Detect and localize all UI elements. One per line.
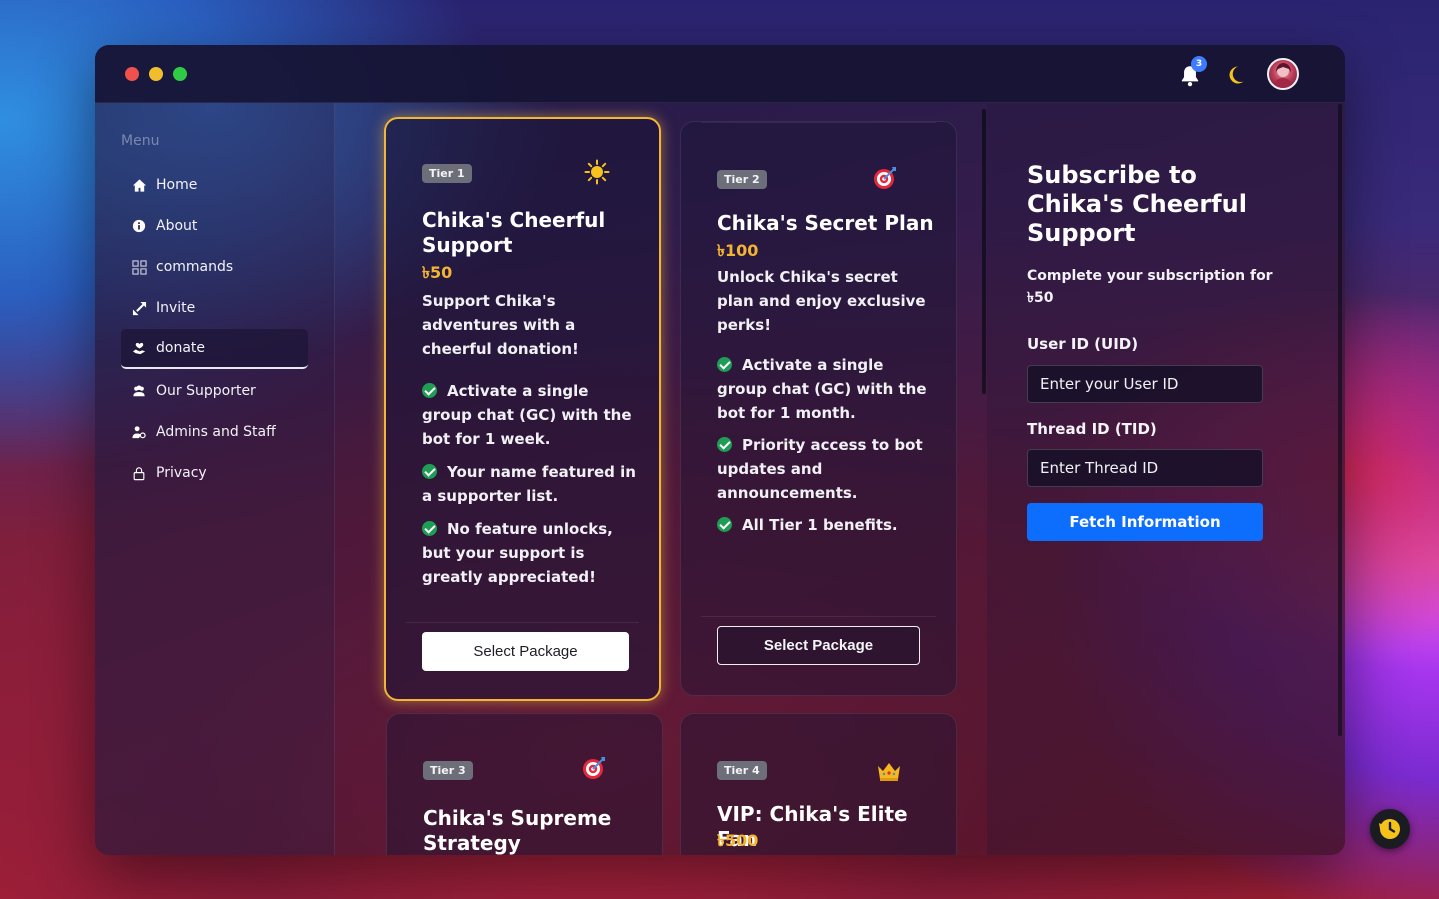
sidebar-item-label: Privacy: [156, 465, 207, 481]
tier-title: Chika's Cheerful Support: [422, 208, 606, 257]
check-icon: [717, 517, 732, 532]
info-icon: [131, 218, 147, 234]
uid-label: User ID (UID): [1027, 335, 1139, 353]
tier-badge: Tier 2: [717, 170, 767, 189]
sidebar-item-invite[interactable]: Invite: [121, 288, 308, 328]
moon-icon[interactable]: [1223, 63, 1247, 87]
link-arrow-icon: [131, 300, 147, 316]
fetch-information-button[interactable]: Fetch Information: [1027, 503, 1263, 541]
close-window-button[interactable]: [125, 67, 139, 81]
tier-card-1[interactable]: Tier 1 Chika's Cheerful Support ৳50 Supp…: [384, 117, 661, 701]
feature-item: Activate a single group chat (GC) with t…: [717, 356, 927, 422]
sidebar-item-label: Our Supporter: [156, 383, 256, 399]
history-icon: [1379, 819, 1400, 839]
feature-item: Your name featured in a supporter list.: [422, 463, 636, 505]
tier-cards-area: Tier 1 Chika's Cheerful Support ৳50 Supp…: [336, 103, 981, 855]
tier-price: ৳50: [422, 263, 453, 282]
feature-item: All Tier 1 benefits.: [717, 513, 932, 537]
sidebar-item-commands[interactable]: commands: [121, 247, 308, 287]
sun-icon: [584, 159, 610, 185]
sidebar-item-our-supporter[interactable]: Our Supporter: [121, 371, 308, 411]
feature-item: Priority access to bot updates and annou…: [717, 436, 923, 502]
sidebar-item-about[interactable]: About: [121, 206, 308, 246]
sidebar-item-label: Admins and Staff: [156, 424, 276, 440]
sidebar-item-label: Home: [156, 177, 198, 193]
donate-icon: [131, 340, 147, 356]
tier-badge: Tier 3: [423, 761, 473, 780]
tier-card-4[interactable]: Tier 4 VIP: Chika's Elite Fan ৳500: [680, 713, 957, 855]
check-icon: [717, 357, 732, 372]
check-icon: [422, 521, 437, 536]
grid-icon: [131, 259, 147, 275]
sidebar-item-home[interactable]: Home: [121, 165, 308, 205]
sidebar: Menu Home About commands Invite donate O…: [95, 103, 335, 855]
sidebar-item-label: About: [156, 218, 198, 234]
page-scrollbar[interactable]: [1338, 104, 1342, 736]
avatar[interactable]: [1267, 58, 1299, 90]
title-bar: 3: [95, 45, 1345, 103]
sidebar-item-label: commands: [156, 259, 234, 275]
tier-badge: Tier 4: [717, 761, 767, 780]
user-id-input[interactable]: [1027, 365, 1263, 403]
lock-icon: [131, 465, 147, 481]
tier-description: Unlock Chika's secret plan and enjoy exc…: [717, 268, 926, 334]
select-package-button[interactable]: Select Package: [717, 626, 920, 665]
app-window: 3 Menu Home About commands Invite donate…: [95, 45, 1345, 855]
tid-label: Thread ID (TID): [1027, 420, 1157, 438]
check-icon: [422, 383, 437, 398]
target-icon: [874, 167, 896, 189]
tier-card-3[interactable]: Tier 3 Chika's Supreme Strategy ৳: [386, 713, 663, 855]
tier-title: Chika's Secret Plan: [717, 211, 934, 235]
cards-scrollbar[interactable]: [982, 109, 986, 394]
maximize-window-button[interactable]: [173, 67, 187, 81]
subscribe-title: Subscribe to Chika's Cheerful Support: [1027, 161, 1247, 247]
sidebar-item-label: Invite: [156, 300, 196, 316]
tier-price: ৳500: [717, 831, 759, 850]
sidebar-item-privacy[interactable]: Privacy: [121, 453, 308, 493]
sidebar-item-admins-and-staff[interactable]: Admins and Staff: [121, 412, 308, 452]
subscribe-subtitle: Complete your subscription for ৳50: [1027, 268, 1273, 306]
tier-title: Chika's Supreme Strategy: [423, 806, 612, 855]
tier-card-2[interactable]: Tier 2 Chika's Secret Plan ৳100 Unlock C…: [680, 121, 957, 696]
crown-icon: [878, 763, 900, 781]
check-icon: [717, 437, 732, 452]
home-icon: [131, 177, 147, 193]
staff-icon: [131, 424, 147, 440]
target-icon: [583, 757, 605, 779]
tier-description: Support Chika's adventures with a cheerf…: [422, 292, 579, 358]
tier-price: ৳100: [717, 241, 759, 260]
notification-count-badge: 3: [1191, 56, 1207, 72]
avatar-image: [1273, 63, 1293, 88]
menu-title: Menu: [121, 133, 160, 149]
select-package-button[interactable]: Select Package: [422, 632, 629, 671]
check-icon: [422, 464, 437, 479]
feature-item: No feature unlocks, but your support is …: [422, 520, 613, 586]
minimize-window-button[interactable]: [149, 67, 163, 81]
history-button[interactable]: [1370, 809, 1410, 849]
sidebar-item-donate[interactable]: donate: [121, 329, 308, 369]
subscribe-panel: Subscribe to Chika's Cheerful Support Co…: [987, 103, 1345, 855]
sidebar-item-label: donate: [156, 340, 206, 356]
tier-badge: Tier 1: [422, 164, 472, 183]
thread-id-input[interactable]: [1027, 449, 1263, 487]
users-icon: [131, 383, 147, 399]
feature-item: Activate a single group chat (GC) with t…: [422, 382, 632, 448]
